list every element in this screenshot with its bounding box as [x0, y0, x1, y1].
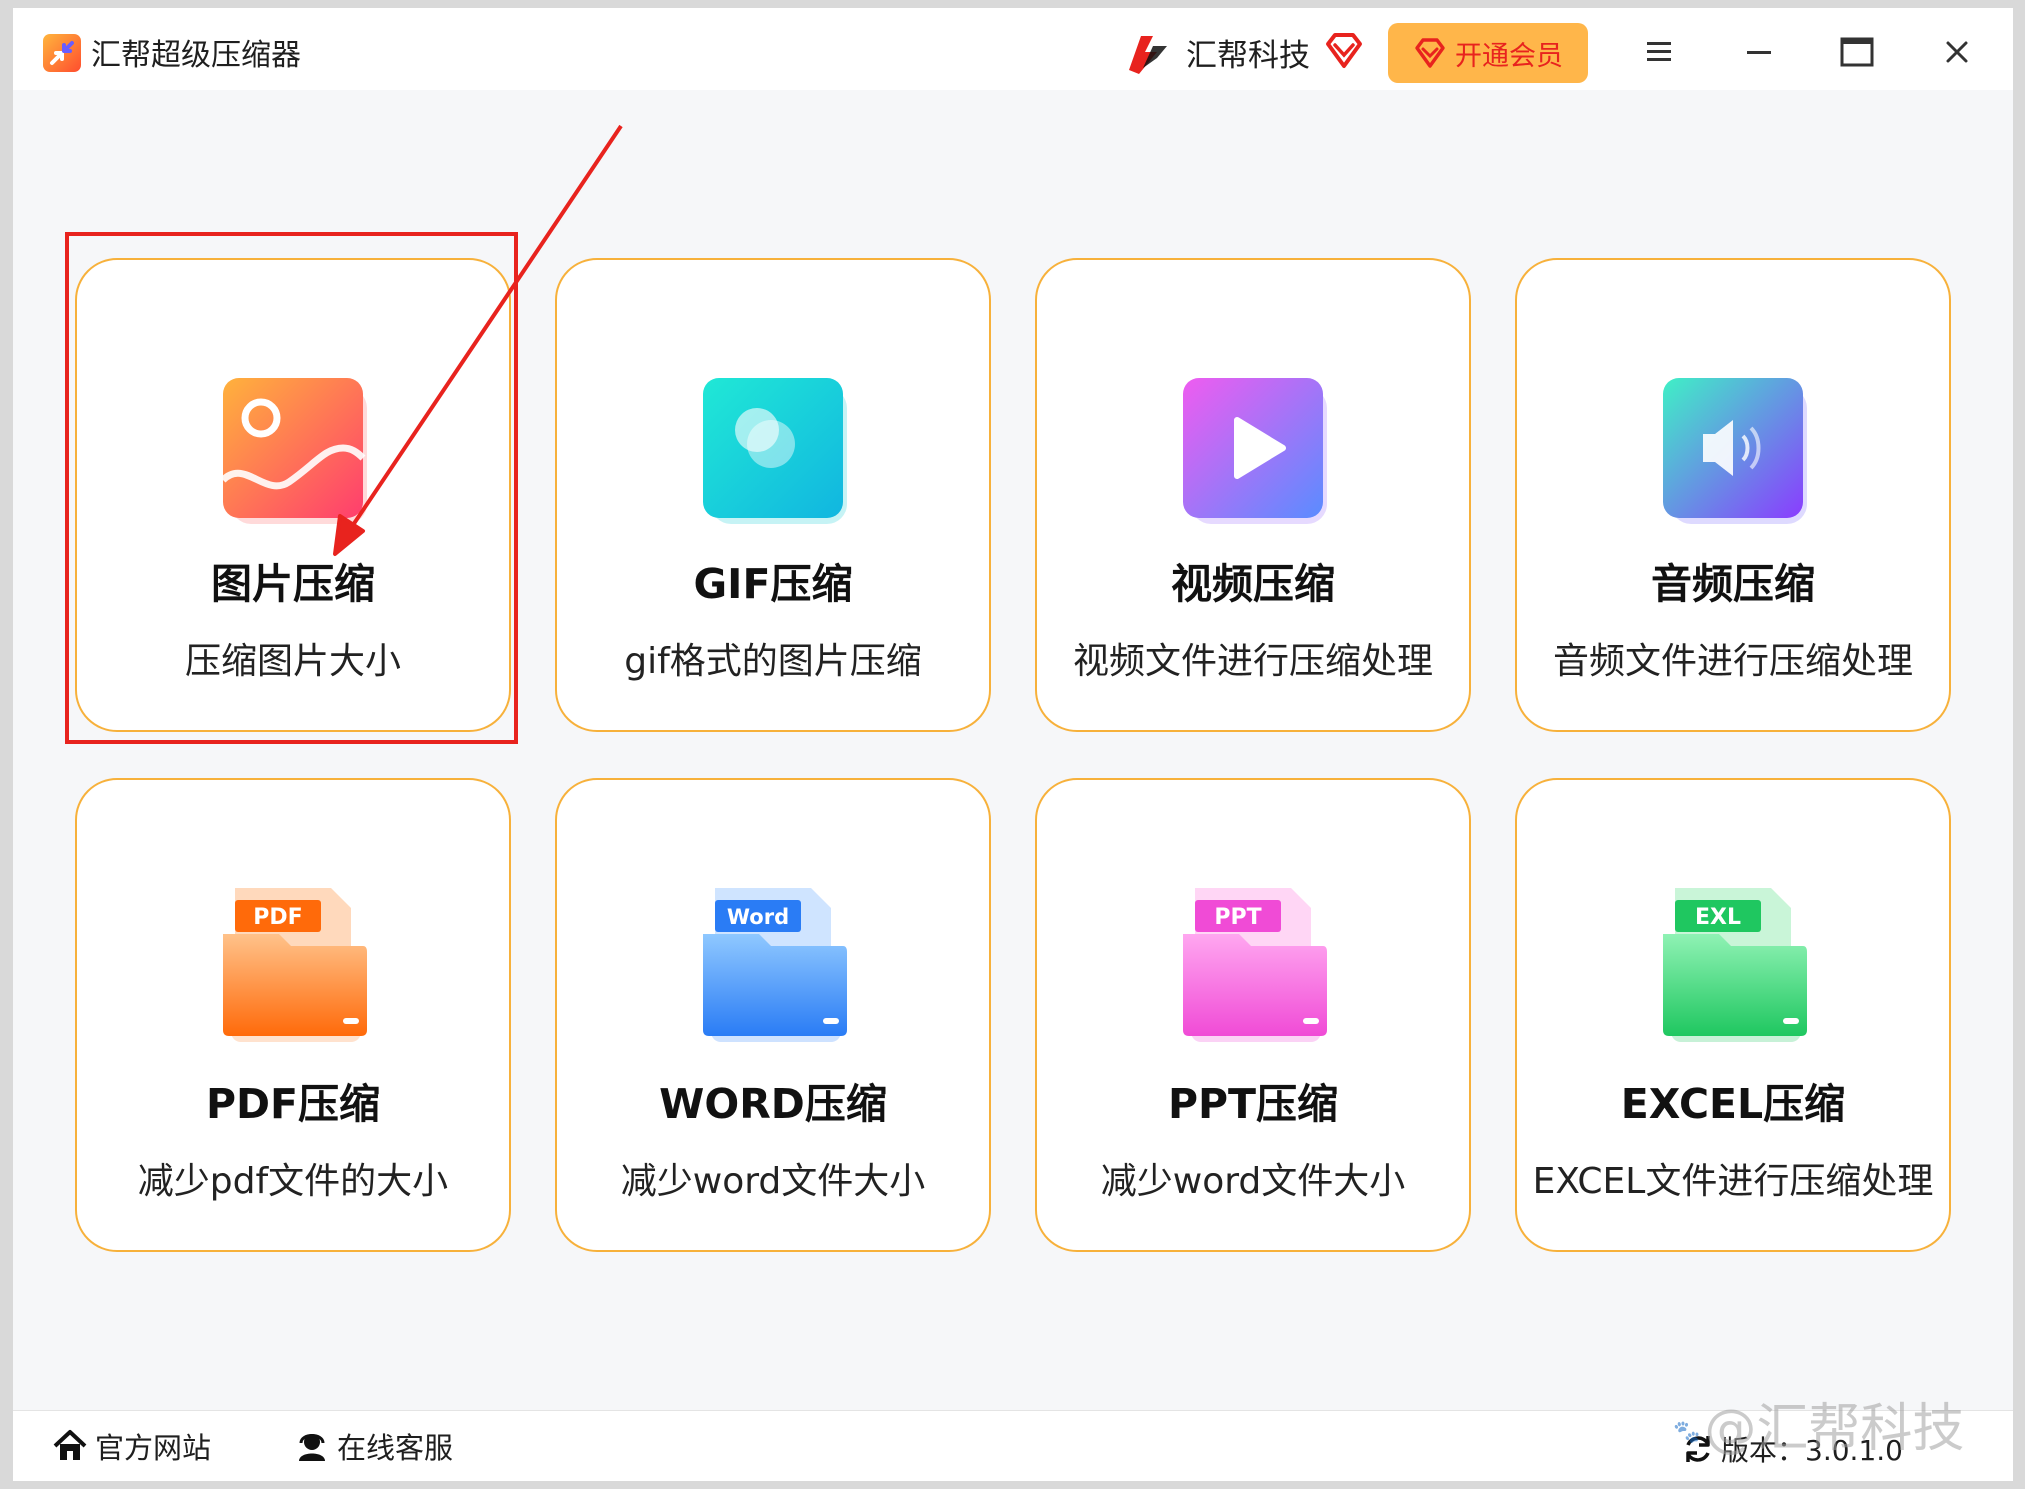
official-website-label: 官方网站 [95, 1431, 212, 1465]
card-title: GIF压缩 [693, 560, 853, 608]
card-subtitle: 减少pdf文件的大小 [137, 1161, 449, 1202]
brand-name: 汇帮科技 [1186, 38, 1310, 74]
title-bar: 汇帮超级压缩器 汇帮科技 开通会员 [13, 8, 2013, 90]
annotation-arrow [333, 124, 623, 556]
card-pdf-compress[interactable]: PDF PDF压缩 减少pdf文件的大小 [75, 778, 511, 1252]
card-excel-compress[interactable]: EXL EXCEL压缩 EXCEL文件进行压缩处理 [1515, 778, 1951, 1252]
card-video-compress[interactable]: 视频压缩 视频文件进行压缩处理 [1035, 258, 1471, 732]
brand-logo-icon [1129, 36, 1167, 74]
svg-text:PPT: PPT [1214, 905, 1261, 930]
app-title: 汇帮超级压缩器 [91, 38, 301, 73]
app-window: 汇帮超级压缩器 汇帮科技 开通会员 图片压缩 压缩图片大小 GIF压缩 gif格… [13, 8, 2013, 1481]
video-play-icon [1183, 378, 1327, 524]
home-icon [53, 1430, 87, 1460]
speaker-icon [1663, 378, 1807, 524]
image-icon [220, 378, 367, 524]
refresh-icon [1686, 1436, 1710, 1462]
card-subtitle: gif格式的图片压缩 [624, 641, 922, 682]
app-logo-icon [43, 34, 81, 72]
card-subtitle: 压缩图片大小 [184, 641, 401, 682]
card-title: 视频压缩 [1171, 560, 1335, 608]
svg-text:PDF: PDF [253, 905, 302, 930]
vip-button-label: 开通会员 [1455, 40, 1563, 72]
maximize-button[interactable] [1835, 30, 1879, 74]
minimize-button[interactable] [1737, 30, 1781, 74]
online-support-link[interactable]: 在线客服 [293, 1425, 453, 1467]
online-support-label: 在线客服 [337, 1431, 454, 1465]
card-gif-compress[interactable]: GIF压缩 gif格式的图片压缩 [555, 258, 991, 732]
pdf-folder-icon: PDF [223, 888, 367, 1042]
version-info: 版本：3.0.1.0 [1681, 1429, 1903, 1469]
version-label: 版本：3.0.1.0 [1721, 1434, 1903, 1467]
ppt-folder-icon: PPT [1183, 888, 1327, 1042]
maximize-icon [1840, 37, 1874, 67]
svg-text:EXL: EXL [1695, 905, 1741, 930]
word-folder-icon: Word [703, 888, 847, 1042]
card-subtitle: 减少word文件大小 [620, 1161, 926, 1202]
card-ppt-compress[interactable]: PPT PPT压缩 减少word文件大小 [1035, 778, 1471, 1252]
vip-diamond-icon [1415, 38, 1445, 68]
card-subtitle: EXCEL文件进行压缩处理 [1532, 1161, 1934, 1202]
card-image-compress[interactable]: 图片压缩 压缩图片大小 [75, 258, 511, 732]
card-title: EXCEL压缩 [1620, 1080, 1846, 1128]
customer-service-icon [299, 1434, 325, 1461]
hamburger-menu-icon [1647, 42, 1671, 61]
close-button[interactable] [1935, 30, 1979, 74]
footer-bar: 官方网站 在线客服 版本：3.0.1.0 [13, 1410, 2013, 1481]
official-website-link[interactable]: 官方网站 [51, 1425, 211, 1467]
card-audio-compress[interactable]: 音频压缩 音频文件进行压缩处理 [1515, 258, 1951, 732]
card-title: PPT压缩 [1167, 1080, 1339, 1128]
gif-icon [703, 378, 847, 524]
card-title: PDF压缩 [205, 1080, 381, 1128]
close-icon [1946, 41, 1968, 63]
excel-folder-icon: EXL [1663, 888, 1807, 1042]
card-title: 图片压缩 [211, 560, 375, 608]
minimize-icon [1747, 51, 1771, 54]
svg-text:Word: Word [727, 905, 789, 929]
card-subtitle: 视频文件进行压缩处理 [1072, 641, 1433, 682]
card-title: 音频压缩 [1651, 560, 1815, 608]
card-subtitle: 减少word文件大小 [1100, 1161, 1406, 1202]
vip-membership-button[interactable]: 开通会员 [1388, 23, 1588, 83]
card-title: WORD压缩 [659, 1080, 887, 1128]
heart-diamond-icon [1326, 33, 1362, 68]
menu-button[interactable] [1637, 30, 1681, 74]
card-subtitle: 音频文件进行压缩处理 [1552, 641, 1913, 682]
card-word-compress[interactable]: Word WORD压缩 减少word文件大小 [555, 778, 991, 1252]
